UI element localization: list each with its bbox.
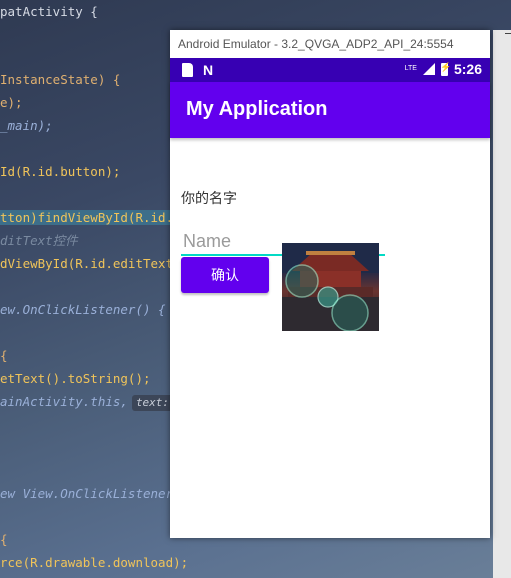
- code-text: dViewById(R.id.editTextTe: [0, 256, 189, 271]
- code-line: {: [0, 346, 8, 366]
- code-text: e);: [0, 95, 23, 110]
- android-status-bar: N LTE 5:26: [170, 58, 490, 82]
- app-toolbar: My Application: [170, 82, 490, 138]
- minimize-icon[interactable]: [505, 33, 511, 34]
- code-line: _main);: [0, 116, 53, 136]
- code-line: etText().toString();: [0, 369, 151, 389]
- code-text: _main);: [0, 118, 53, 133]
- battery-charging-icon: [440, 62, 451, 76]
- emulator-title-bar[interactable]: Android Emulator - 3.2_QVGA_ADP2_API_24:…: [170, 30, 490, 58]
- emulator-window: Android Emulator - 3.2_QVGA_ADP2_API_24:…: [170, 30, 490, 538]
- status-clock: 5:26: [453, 61, 482, 77]
- code-line: InstanceState) {: [0, 70, 120, 90]
- sd-card-icon: [182, 63, 193, 77]
- code-text: patActivity {: [0, 4, 98, 19]
- code-text: rce(R.drawable.download);: [0, 555, 189, 570]
- code-line: ainActivity.this,text:": [0, 392, 185, 412]
- code-line: dViewById(R.id.editTextTe: [0, 254, 188, 274]
- code-text: tton)findViewById(R.id.im: [0, 210, 189, 225]
- confirm-button[interactable]: 确认: [181, 257, 269, 293]
- lte-indicator: LTE: [404, 65, 417, 72]
- code-text: ew.OnClickListener() {: [0, 302, 166, 317]
- code-text: ainActivity.this,: [0, 394, 128, 409]
- code-line: Id(R.id.button);: [0, 162, 120, 182]
- code-text: InstanceState) {: [0, 72, 121, 87]
- ide-side-panel: [493, 30, 511, 578]
- download-image: [282, 243, 379, 331]
- code-line: ew.OnClickListener() {: [0, 300, 166, 320]
- code-line: ew View.OnClickListener(): [0, 484, 188, 504]
- code-text: etText().toString();: [0, 371, 151, 386]
- app-title: My Application: [186, 98, 328, 120]
- code-text: ew View.OnClickListener(): [0, 486, 189, 501]
- code-line: rce(R.drawable.download);: [0, 553, 188, 573]
- parameter-hint: text:: [131, 395, 174, 411]
- code-text: {: [0, 348, 8, 363]
- code-line: patActivity {: [0, 2, 98, 22]
- code-text: ditText控件: [0, 233, 78, 248]
- code-line: e);: [0, 93, 23, 113]
- code-line: ditText控件: [0, 231, 78, 251]
- nougat-notification-icon: N: [203, 62, 214, 78]
- code-line: tton)findViewById(R.id.im: [0, 208, 189, 228]
- palace-photo: [282, 243, 379, 331]
- code-line: {: [0, 530, 8, 550]
- code-text: {: [0, 532, 8, 547]
- signal-strength-icon: [422, 63, 435, 75]
- code-text: Id(R.id.button);: [0, 164, 121, 179]
- name-label: 你的名字: [181, 191, 237, 207]
